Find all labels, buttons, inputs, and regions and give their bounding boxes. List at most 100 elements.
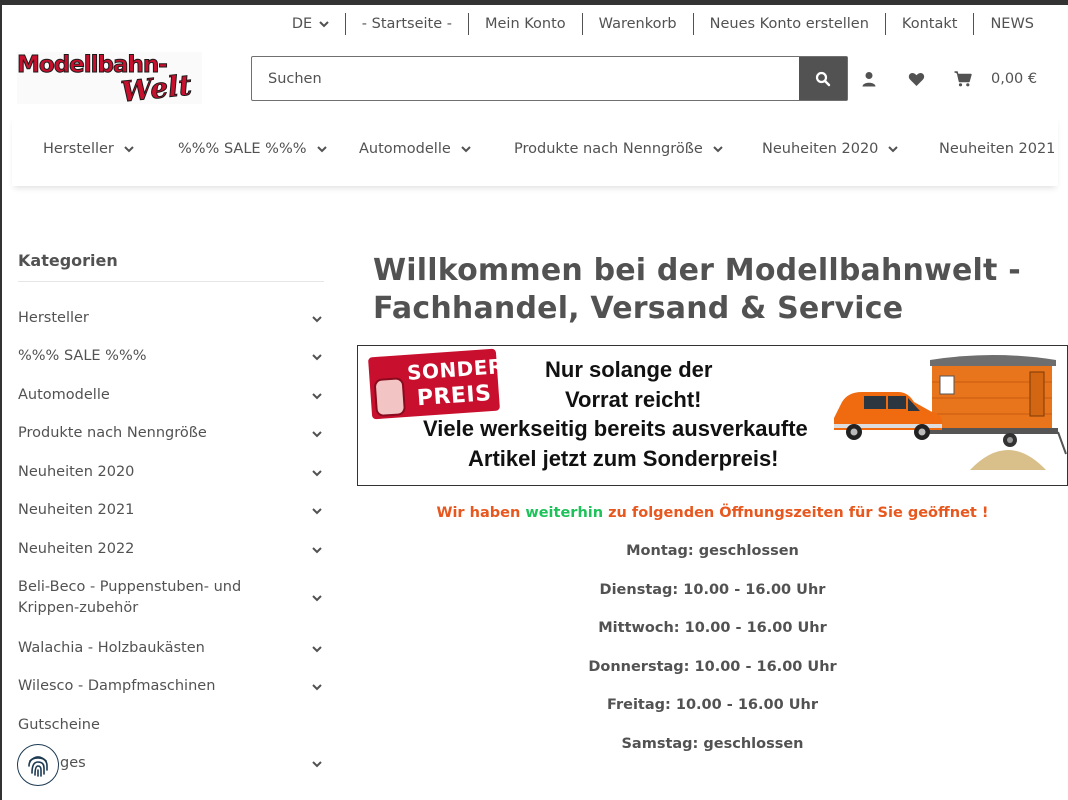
nav-item-label: Automodelle	[359, 141, 451, 157]
sidebar-item-label: Neuheiten 2021	[18, 502, 135, 518]
nav-item-label: %%% SALE %%%	[178, 141, 307, 157]
sidebar-item-nenngroesse[interactable]: Produkte nach Nenngröße	[18, 423, 324, 444]
chevron-down-icon	[312, 760, 322, 767]
cart-icon	[954, 71, 972, 87]
chevron-down-icon	[713, 146, 723, 153]
sidebar-item-label: Hersteller	[18, 310, 89, 326]
sidebar-item-label: Automodelle	[18, 387, 110, 403]
nav-item-neuheiten-2021[interactable]: Neuheiten 2021	[939, 141, 1055, 157]
chevron-down-icon	[312, 645, 322, 652]
sidebar-item-label: Neuheiten 2020	[18, 464, 135, 480]
sidebar-item-gutscheine[interactable]: Gutscheine	[18, 715, 324, 736]
main-navigation: Hersteller %%% SALE %%% Automodelle Prod…	[12, 116, 1058, 186]
nav-item-hersteller[interactable]: Hersteller	[43, 141, 136, 157]
wishlist-button[interactable]	[905, 68, 927, 90]
search-bar	[251, 56, 848, 101]
sidebar-item-label: Walachia - Holzbaukästen	[18, 640, 205, 656]
chevron-down-icon	[312, 595, 322, 602]
banner-line3: Viele werkseitig bereits ausverkaufte	[423, 416, 808, 441]
sidebar-item-label: %%% SALE %%%	[18, 348, 147, 364]
chevron-down-icon	[312, 315, 322, 322]
heart-icon	[908, 72, 924, 86]
nav-item-automodelle[interactable]: Automodelle	[359, 141, 473, 157]
chevron-down-icon	[312, 392, 322, 399]
chevron-down-icon	[319, 21, 329, 28]
account-button[interactable]	[858, 68, 880, 90]
search-button[interactable]	[799, 57, 847, 100]
sidebar-item-automodelle[interactable]: Automodelle	[18, 385, 324, 406]
nav-item-label: Produkte nach Nenngröße	[514, 141, 703, 157]
hours-monday: Montag: geschlossen	[626, 543, 799, 559]
language-selector[interactable]: DE	[292, 13, 345, 35]
cart-total[interactable]: 0,00 €	[991, 71, 1037, 87]
nav-item-label: Neuheiten 2021	[939, 141, 1056, 157]
nav-item-nenngroesse[interactable]: Produkte nach Nenngröße	[514, 141, 725, 157]
thumbs-up-icon	[373, 377, 407, 418]
chevron-down-icon	[312, 683, 322, 690]
fingerprint-icon	[28, 756, 48, 777]
link-neues-konto[interactable]: Neues Konto erstellen	[692, 13, 885, 35]
hours-tuesday: Dienstag: 10.00 - 16.00 Uhr	[599, 582, 826, 598]
category-sidebar: Kategorien	[18, 251, 324, 282]
hours-intro-part3: zu folgenden Öffnungszeiten für Sie geöf…	[603, 505, 989, 521]
hours-wednesday: Mittwoch: 10.00 - 16.00 Uhr	[598, 620, 827, 636]
banner-line4: Artikel jetzt zum Sonderpreis!	[468, 446, 779, 471]
hours-thursday: Donnerstag: 10.00 - 16.00 Uhr	[588, 659, 837, 675]
hours-intro-highlight: weiterhin	[525, 505, 604, 521]
chevron-down-icon	[312, 507, 322, 514]
sidebar-item-label: Gutscheine	[18, 717, 100, 733]
sidebar-item-label: Beli-Beco - Puppenstuben- und Krippen-zu…	[18, 579, 242, 616]
chevron-down-icon	[888, 146, 899, 153]
hours-friday: Freitag: 10.00 - 16.00 Uhr	[606, 697, 818, 713]
sidebar-item-wilesco[interactable]: Wilesco - Dampfmaschinen	[18, 676, 324, 697]
search-input[interactable]	[252, 57, 799, 100]
sidebar-item-sale[interactable]: %%% SALE %%%	[18, 346, 324, 367]
chevron-down-icon	[124, 146, 134, 153]
chevron-down-icon	[312, 353, 322, 360]
sidebar-item-label: Neuheiten 2022	[18, 541, 135, 557]
chevron-down-icon	[312, 546, 322, 553]
privacy-settings-button[interactable]	[17, 744, 59, 786]
sidebar-item-beli-beco[interactable]: Beli-Beco - Puppenstuben- und Krippen-zu…	[18, 577, 324, 619]
hours-intro-part1: Wir haben	[436, 505, 526, 521]
sidebar-item-neuheiten-2022[interactable]: Neuheiten 2022	[18, 539, 324, 560]
chevron-down-icon	[312, 469, 322, 476]
top-border	[0, 0, 1068, 5]
link-mein-konto[interactable]: Mein Konto	[468, 13, 582, 35]
sidebar-title: Kategorien	[18, 251, 324, 282]
cart-button[interactable]	[952, 68, 974, 90]
sidebar-item-neuheiten-2021[interactable]: Neuheiten 2021	[18, 500, 324, 521]
nav-item-label: Neuheiten 2020	[762, 141, 879, 157]
link-startseite[interactable]: - Startseite -	[344, 13, 468, 35]
link-kontakt[interactable]: Kontakt	[884, 13, 974, 35]
site-logo[interactable]: Modellbahn- Welt	[17, 52, 202, 109]
banner-line1: Nur solange der	[545, 357, 713, 382]
link-news[interactable]: NEWS	[973, 13, 1034, 35]
top-links-bar: DE - Startseite - Mein Konto Warenkorb N…	[292, 12, 1034, 36]
hours-saturday: Samstag: geschlossen	[621, 736, 804, 752]
header-actions: 0,00 €	[858, 66, 1037, 92]
logo-text-script: Welt	[119, 68, 194, 109]
sonderpreis-banner[interactable]: SONDER PREIS Nur solange der Vorrat reic…	[357, 345, 1068, 486]
nav-item-sale[interactable]: %%% SALE %%%	[178, 141, 329, 157]
chevron-down-icon	[316, 146, 327, 153]
chevron-down-icon	[312, 430, 322, 437]
nav-item-label: Hersteller	[43, 141, 114, 157]
opening-hours-intro: Wir haben weiterhin zu folgenden Öffnung…	[357, 505, 1068, 521]
sidebar-item-label: Produkte nach Nenngröße	[18, 425, 207, 441]
sonderpreis-stamp: SONDER PREIS	[367, 348, 505, 420]
sidebar-item-neuheiten-2020[interactable]: Neuheiten 2020	[18, 462, 324, 483]
banner-line2: Vorrat reicht!	[565, 387, 702, 412]
sidebar-item-walachia[interactable]: Walachia - Holzbaukästen	[18, 638, 324, 659]
sidebar-item-sonstiges[interactable]: ges	[18, 753, 324, 774]
search-icon	[815, 71, 831, 86]
stamp-line2: PREIS	[416, 381, 493, 412]
window-edge	[0, 0, 2, 800]
nav-item-neuheiten-2020[interactable]: Neuheiten 2020	[762, 141, 900, 157]
link-warenkorb[interactable]: Warenkorb	[581, 13, 693, 35]
sidebar-item-hersteller[interactable]: Hersteller	[18, 308, 324, 329]
orange-van-image	[834, 392, 942, 440]
sidebar-item-label: Wilesco - Dampfmaschinen	[18, 678, 216, 694]
language-label: DE	[291, 16, 313, 32]
user-icon	[862, 72, 876, 87]
